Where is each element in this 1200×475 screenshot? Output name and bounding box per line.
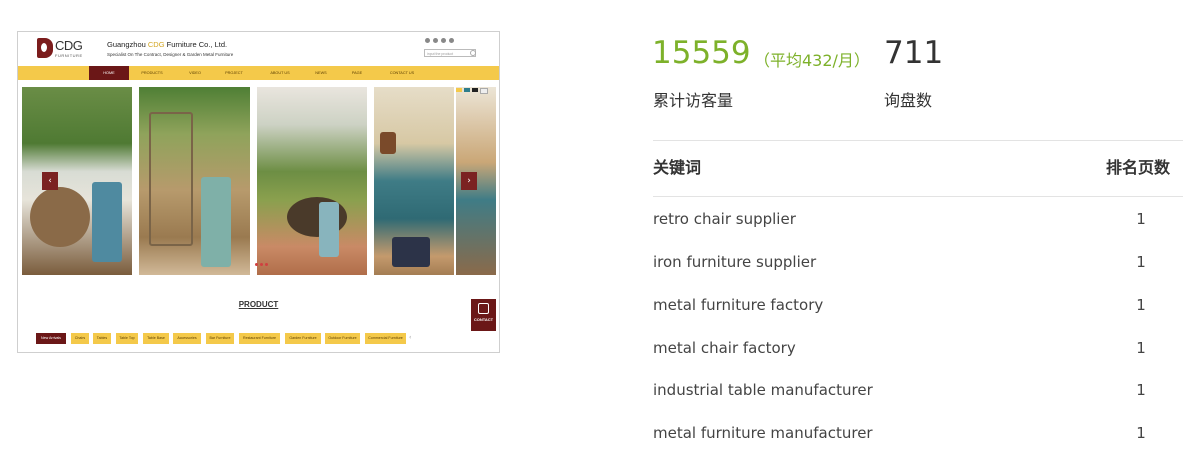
rank-cell: 1 xyxy=(1136,381,1146,399)
category-tab[interactable]: Accessories xyxy=(173,333,201,344)
hero-slider: ‹ › xyxy=(22,87,496,275)
table-row: industrial table manufacturer 1 xyxy=(653,369,1183,412)
logo-icon xyxy=(37,38,53,58)
table-row: retro chair supplier 1 xyxy=(653,198,1183,241)
website-screenshot: CDG FURNITURE Guangzhou CDG Furniture Co… xyxy=(17,31,500,353)
slider-dot[interactable] xyxy=(260,263,263,266)
site-nav: HOME PRODUCTS VIDEO PROJECT ABOUT US NEW… xyxy=(18,66,499,80)
nav-item-video[interactable]: VIDEO xyxy=(178,66,212,80)
keyword-cell: metal furniture factory xyxy=(653,296,824,314)
rank-cell: 1 xyxy=(1136,424,1146,442)
company-name: Guangzhou CDG Furniture Co., Ltd. xyxy=(107,40,228,49)
contact-button[interactable]: CONTACT xyxy=(471,299,496,331)
inquiries-count: 711 xyxy=(884,35,944,71)
divider xyxy=(653,196,1183,197)
nav-item-about[interactable]: ABOUT US xyxy=(263,66,297,80)
divider xyxy=(653,140,1183,141)
inquiries-label: 询盘数 xyxy=(884,91,933,110)
category-more-icon[interactable]: ‹ xyxy=(409,334,411,341)
nav-item-project[interactable]: PROJECT xyxy=(217,66,251,80)
table-row: metal furniture manufacturer 1 xyxy=(653,412,1183,455)
slider-dots xyxy=(255,263,268,266)
keyword-cell: metal chair factory xyxy=(653,339,796,357)
header-rank-page: 排名页数 xyxy=(1106,158,1171,177)
nav-item-home[interactable]: HOME xyxy=(89,66,129,80)
slider-photo xyxy=(257,87,367,275)
slider-dot[interactable] xyxy=(265,263,268,266)
table-row: metal furniture factory 1 xyxy=(653,284,1183,327)
nav-item-products[interactable]: PRODUCTS xyxy=(135,66,169,80)
slider-dot[interactable] xyxy=(255,263,258,266)
visits-monthly-average: （平均432/月） xyxy=(754,51,870,70)
slider-photo xyxy=(22,87,132,275)
keyword-cell: iron furniture supplier xyxy=(653,253,817,271)
nav-item-news[interactable]: NEWS xyxy=(304,66,338,80)
social-icon[interactable] xyxy=(441,38,446,43)
rank-cell: 1 xyxy=(1136,339,1146,357)
header-keyword: 关键词 xyxy=(653,158,702,177)
section-title-product: PRODUCT xyxy=(238,300,279,309)
table-row: iron furniture supplier 1 xyxy=(653,241,1183,284)
color-swatches xyxy=(456,88,488,94)
rank-cell: 1 xyxy=(1136,296,1146,314)
category-tab[interactable]: Chairs xyxy=(71,333,89,344)
category-tab[interactable]: Tables xyxy=(93,333,111,344)
visits-label: 累计访客量 xyxy=(653,91,734,110)
contact-label: CONTACT xyxy=(473,317,494,322)
slider-next-button[interactable]: › xyxy=(461,172,477,190)
keyword-cell: metal furniture manufacturer xyxy=(653,424,873,442)
social-icon[interactable] xyxy=(449,38,454,43)
site-logo[interactable]: CDG FURNITURE xyxy=(37,38,87,62)
category-tab[interactable]: Garden Furniture xyxy=(285,333,321,344)
visits-count: 15559 xyxy=(652,35,751,71)
logo-subtext: FURNITURE xyxy=(55,53,83,58)
category-tab[interactable]: Bar Furniture xyxy=(206,333,234,344)
edit-icon xyxy=(478,303,489,314)
category-tab[interactable]: Table Base xyxy=(143,333,169,344)
slider-photo xyxy=(139,87,250,275)
keyword-cell: industrial table manufacturer xyxy=(653,381,873,399)
social-links xyxy=(425,38,454,43)
category-tab[interactable]: Outdoor Furniture xyxy=(325,333,360,344)
slider-prev-button[interactable]: ‹ xyxy=(42,172,58,190)
category-tab[interactable]: New Arrivals xyxy=(36,333,66,344)
keyword-cell: retro chair supplier xyxy=(653,210,796,228)
nav-item-page[interactable]: PAGE xyxy=(340,66,374,80)
slider-photo xyxy=(374,87,454,275)
nav-item-contact[interactable]: CONTACT US xyxy=(382,66,422,80)
site-header: CDG FURNITURE Guangzhou CDG Furniture Co… xyxy=(18,32,499,66)
social-icon[interactable] xyxy=(433,38,438,43)
category-tab[interactable]: Commercial Furniture xyxy=(365,333,406,344)
search-icon[interactable] xyxy=(470,50,476,56)
table-row: metal chair factory 1 xyxy=(653,327,1183,370)
category-tab[interactable]: Restaurant Furniture xyxy=(239,333,280,344)
logo-text: CDG xyxy=(55,38,83,53)
company-slogan: Specialist On The Contract, Designer & G… xyxy=(107,52,234,57)
rank-cell: 1 xyxy=(1136,253,1146,271)
site-search-input[interactable]: input the product xyxy=(424,49,476,57)
category-tab[interactable]: Table Top xyxy=(116,333,138,344)
social-icon[interactable] xyxy=(425,38,430,43)
rank-cell: 1 xyxy=(1136,210,1146,228)
